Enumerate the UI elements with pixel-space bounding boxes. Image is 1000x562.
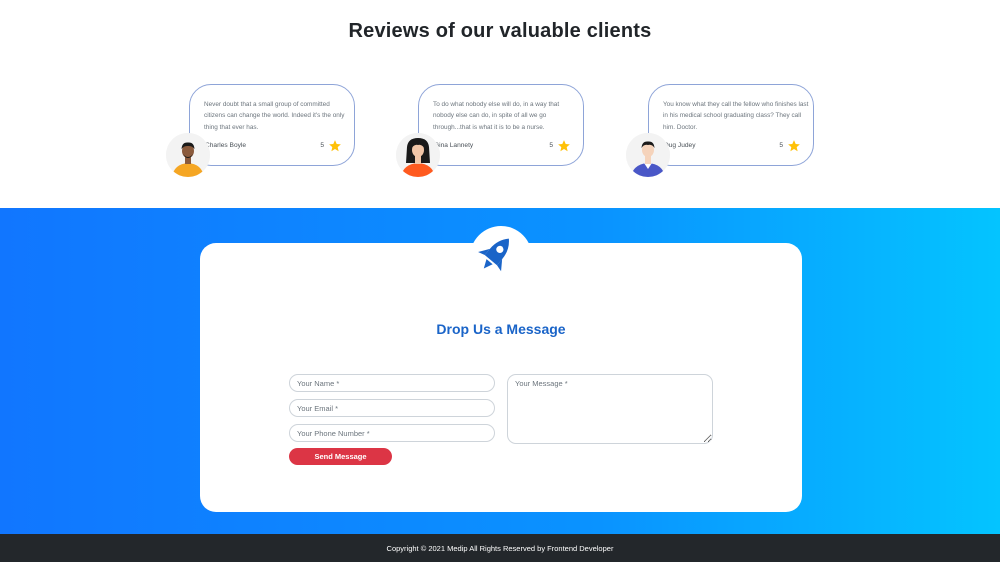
review-card: You know what they call the fellow who f… <box>648 84 814 166</box>
review-text: Never doubt that a small group of commit… <box>204 101 345 131</box>
review-card: Never doubt that a small group of commit… <box>189 84 355 166</box>
review-rating: 5 <box>779 142 783 149</box>
reviewer-avatar <box>396 133 440 177</box>
review-text: To do what nobody else will do, in a way… <box>433 101 560 131</box>
reviews-section: Reviews of our valuable clients Never do… <box>0 0 1000 208</box>
phone-field[interactable] <box>289 424 495 442</box>
rocket-icon <box>478 238 509 272</box>
reviewer-avatar <box>626 133 670 177</box>
name-field[interactable] <box>289 374 495 392</box>
reviewer-name: Gina Lannety <box>434 142 474 149</box>
footer: Copyright © 2021 Medip All Rights Reserv… <box>0 534 1000 562</box>
review-card: To do what nobody else will do, in a way… <box>418 84 584 166</box>
star-icon <box>788 140 800 152</box>
contact-form-title: Drop Us a Message <box>436 321 566 337</box>
reviewer-name: Charles Boyle <box>205 142 247 149</box>
email-field[interactable] <box>289 399 495 417</box>
review-rating: 5 <box>549 142 553 149</box>
star-icon <box>329 140 341 152</box>
reviews-title: Reviews of our valuable clients <box>348 20 652 42</box>
review-rating: 5 <box>320 142 324 149</box>
star-icon <box>558 140 570 152</box>
copyright-text: Copyright © 2021 Medip All Rights Reserv… <box>386 544 614 553</box>
review-text: You know what they call the fellow who f… <box>663 101 809 131</box>
reviewer-avatar <box>166 133 210 177</box>
send-message-button[interactable]: Send Message <box>289 448 392 465</box>
message-field[interactable] <box>507 374 713 444</box>
